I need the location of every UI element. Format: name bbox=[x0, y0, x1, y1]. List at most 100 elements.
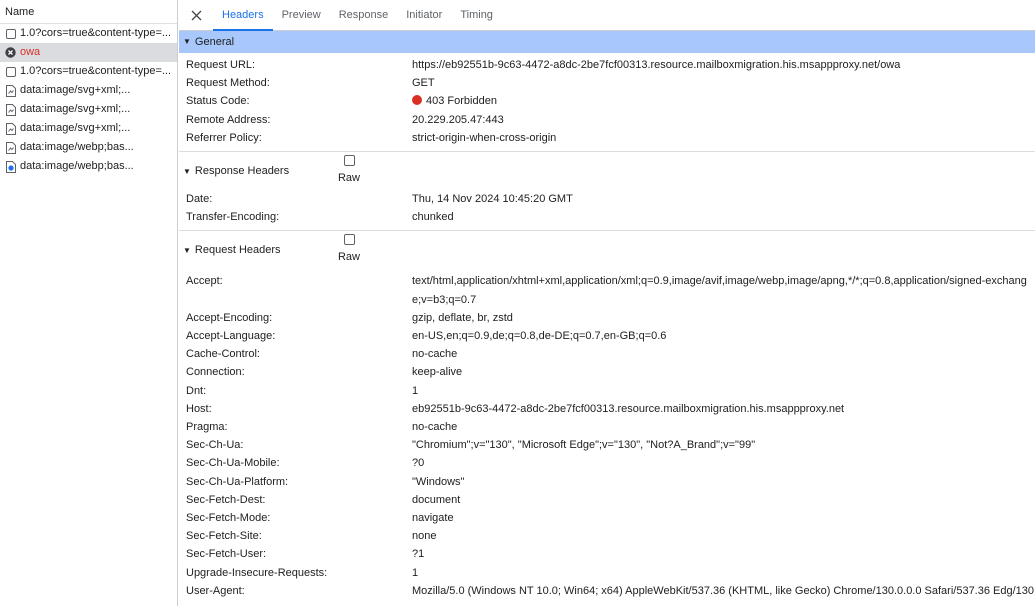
header-value[interactable]: Thu, 14 Nov 2024 10:45:20 GMT bbox=[412, 190, 1035, 208]
tab-timing[interactable]: Timing bbox=[451, 0, 502, 31]
general-section: ▼ General Request URL: https://eb92551b-9… bbox=[179, 31, 1035, 153]
expand-triangle-icon: ▼ bbox=[183, 245, 191, 255]
header-row: Sec-Ch-Ua-Platform: "Windows" bbox=[179, 473, 1035, 491]
request-row[interactable]: data:image/svg+xml;... bbox=[0, 81, 177, 100]
header-row: Sec-Ch-Ua: "Chromium";v="130", "Microsoft… bbox=[179, 436, 1035, 454]
header-value[interactable]: "Chromium";v="130", "Microsoft Edge";v="… bbox=[412, 436, 1035, 454]
header-value[interactable]: strict-origin-when-cross-origin bbox=[412, 129, 1035, 147]
raw-label: Raw bbox=[337, 172, 360, 185]
header-key: Sec-Ch-Ua-Mobile: bbox=[186, 457, 280, 470]
name-column-header[interactable]: Name bbox=[0, 0, 177, 24]
response-headers-header[interactable]: ▼ Response Headers Raw bbox=[179, 152, 1035, 190]
tab-response[interactable]: Response bbox=[330, 0, 398, 31]
header-value[interactable]: 1 bbox=[412, 382, 1035, 400]
header-value[interactable]: gzip, deflate, br, zstd bbox=[412, 309, 1035, 327]
image-file-icon bbox=[5, 84, 16, 97]
header-key: Status Code: bbox=[186, 95, 250, 108]
tab-preview[interactable]: Preview bbox=[273, 0, 330, 31]
request-headers-section: ▼ Request Headers Raw Accept: text/html,a… bbox=[179, 231, 1035, 600]
header-key: Accept: bbox=[186, 275, 223, 288]
close-details-button[interactable] bbox=[179, 0, 213, 31]
request-row[interactable]: data:image/webp;bas... bbox=[0, 157, 177, 176]
header-value[interactable]: 1 bbox=[412, 564, 1035, 582]
request-headers-header[interactable]: ▼ Request Headers Raw bbox=[179, 231, 1035, 269]
request-row[interactable]: owa bbox=[0, 43, 177, 62]
header-value[interactable]: navigate bbox=[412, 509, 1035, 527]
request-row[interactable]: 1.0?cors=true&content-type=... bbox=[0, 62, 177, 81]
header-value[interactable]: no-cache bbox=[412, 418, 1035, 436]
header-row: Transfer-Encoding: chunked bbox=[179, 208, 1035, 226]
header-value[interactable]: 403 Forbidden bbox=[412, 92, 1035, 110]
request-name: 1.0?cors=true&content-type=... bbox=[20, 27, 172, 39]
header-value[interactable]: GET bbox=[412, 74, 1035, 92]
header-value[interactable]: 20.229.205.47:443 bbox=[412, 111, 1035, 129]
raw-toggle[interactable]: Raw bbox=[337, 231, 361, 269]
request-row[interactable]: data:image/svg+xml;... bbox=[0, 119, 177, 138]
header-row: Sec-Fetch-Site: none bbox=[179, 527, 1035, 545]
request-row[interactable]: 1.0?cors=true&content-type=... bbox=[0, 24, 177, 43]
header-value[interactable]: text/html,application/xhtml+xml,applicat… bbox=[412, 272, 1035, 308]
raw-label: Raw bbox=[337, 251, 360, 264]
header-row: Date: Thu, 14 Nov 2024 10:45:20 GMT bbox=[179, 190, 1035, 208]
header-value[interactable]: none bbox=[412, 527, 1035, 545]
request-name: data:image/svg+xml;... bbox=[20, 84, 131, 96]
header-value[interactable]: https://eb92551b-9c63-4472-a8dc-2be7fcf0… bbox=[412, 56, 1035, 74]
request-header-rows: Accept: text/html,application/xhtml+xml,a… bbox=[179, 269, 1035, 600]
raw-toggle[interactable]: Raw bbox=[337, 152, 361, 190]
tab-headers[interactable]: Headers bbox=[213, 0, 273, 31]
header-key: Sec-Ch-Ua: bbox=[186, 439, 244, 452]
request-list-panel: Name 1.0?cors=true&content-type=... owa 1.… bbox=[0, 0, 178, 606]
image-file-icon bbox=[5, 103, 16, 116]
header-value[interactable]: ?0 bbox=[412, 454, 1035, 472]
checkbox-icon bbox=[5, 65, 16, 78]
close-icon bbox=[191, 10, 201, 20]
header-value[interactable]: "Windows" bbox=[412, 473, 1035, 491]
header-row: Sec-Ch-Ua-Mobile: ?0 bbox=[179, 454, 1035, 472]
general-section-header[interactable]: ▼ General bbox=[179, 31, 1035, 53]
header-row: Upgrade-Insecure-Requests: 1 bbox=[179, 564, 1035, 582]
header-row: Accept: text/html,application/xhtml+xml,a… bbox=[179, 272, 1035, 308]
header-value[interactable]: document bbox=[412, 491, 1035, 509]
header-value[interactable]: keep-alive bbox=[412, 363, 1035, 381]
header-key: Upgrade-Insecure-Requests: bbox=[186, 566, 328, 579]
response-header-rows: Date: Thu, 14 Nov 2024 10:45:20 GMT Transf… bbox=[179, 190, 1035, 230]
header-value[interactable]: Mozilla/5.0 (Windows NT 10.0; Win64; x64… bbox=[412, 582, 1035, 600]
image-file-icon bbox=[5, 141, 16, 154]
tab-initiator[interactable]: Initiator bbox=[397, 0, 451, 31]
request-name: owa bbox=[20, 46, 41, 58]
header-key: Host: bbox=[186, 402, 212, 415]
header-key: Connection: bbox=[186, 366, 245, 379]
header-row: User-Agent: Mozilla/5.0 (Windows NT 10.0;… bbox=[179, 582, 1035, 600]
header-key: Request URL: bbox=[186, 59, 256, 71]
request-row[interactable]: data:image/svg+xml;... bbox=[0, 100, 177, 119]
header-value[interactable]: eb92551b-9c63-4472-a8dc-2be7fcf00313.res… bbox=[412, 400, 1035, 418]
header-value[interactable]: en-US,en;q=0.9,de;q=0.8,de-DE;q=0.7,en-G… bbox=[412, 327, 1035, 345]
response-headers-section: ▼ Response Headers Raw Date: Thu, 14 Nov … bbox=[179, 152, 1035, 232]
header-row: Remote Address: 20.229.205.47:443 bbox=[179, 111, 1035, 129]
header-key: Transfer-Encoding: bbox=[186, 211, 280, 224]
header-row: Sec-Fetch-User: ?1 bbox=[179, 545, 1035, 563]
request-name: data:image/webp;bas... bbox=[20, 160, 134, 172]
error-icon bbox=[5, 46, 16, 59]
request-details-panel: Headers Preview Response Initiator Timing ▼ … bbox=[179, 0, 1035, 606]
request-name: 1.0?cors=true&content-type=... bbox=[20, 65, 172, 77]
header-row: Referrer Policy: strict-origin-when-cross… bbox=[179, 129, 1035, 147]
header-value[interactable]: chunked bbox=[412, 208, 1035, 226]
edge-image-icon bbox=[5, 160, 16, 173]
header-value[interactable]: ?1 bbox=[412, 545, 1035, 563]
details-tabs: Headers Preview Response Initiator Timing bbox=[213, 0, 502, 31]
raw-checkbox[interactable] bbox=[343, 234, 355, 246]
header-key: User-Agent: bbox=[186, 584, 245, 597]
request-row[interactable]: data:image/webp;bas... bbox=[0, 138, 177, 157]
status-code-text: 403 Forbidden bbox=[426, 95, 497, 108]
header-row: Request URL: https://eb92551b-9c63-4472-a… bbox=[179, 56, 1035, 74]
header-row: Dnt: 1 bbox=[179, 382, 1035, 400]
header-key: Sec-Fetch-Site: bbox=[186, 530, 262, 543]
header-row: Sec-Fetch-Dest: document bbox=[179, 491, 1035, 509]
raw-checkbox[interactable] bbox=[343, 155, 355, 167]
details-tabbar: Headers Preview Response Initiator Timing bbox=[179, 0, 1035, 31]
header-value[interactable]: no-cache bbox=[412, 345, 1035, 363]
header-key: Date: bbox=[186, 193, 213, 206]
expand-triangle-icon: ▼ bbox=[183, 37, 191, 46]
header-row: Request Method: GET bbox=[179, 74, 1035, 92]
